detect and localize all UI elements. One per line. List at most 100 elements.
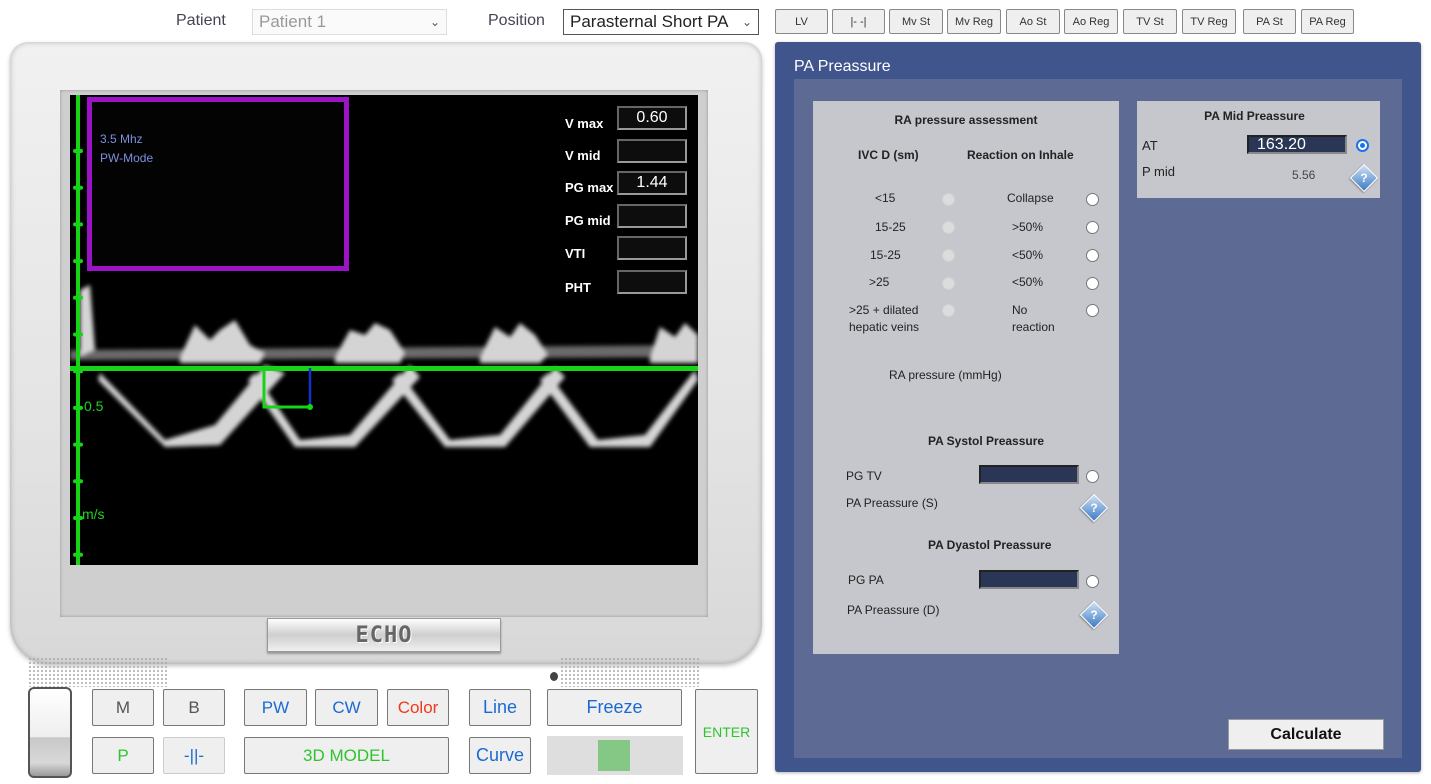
ivc-radio[interactable] (942, 193, 955, 206)
calculate-button[interactable]: Calculate (1228, 719, 1384, 750)
reaction-option-label: >50% (1012, 220, 1044, 234)
reaction-radio[interactable] (1086, 221, 1099, 234)
reaction-radio[interactable] (1086, 193, 1099, 206)
pa-mid-card: PA Mid Preassure AT 163.20 P mid 5.56 ? (1137, 101, 1380, 198)
power-led (550, 672, 558, 681)
view-button-ao-st[interactable]: Ao St (1006, 9, 1060, 34)
ra-pressure-card: RA pressure assessment IVC D (sm) Reacti… (813, 101, 1119, 654)
enter-button[interactable]: ENTER (695, 689, 758, 774)
reaction-radio[interactable] (1086, 304, 1099, 317)
dyastol-title: PA Dyastol Preassure (928, 538, 1052, 552)
pgmax-label: PG max (565, 180, 614, 195)
pa-pressure-d-label: PA Preassure (D) (847, 603, 940, 617)
at-label: AT (1142, 138, 1158, 153)
ivc-radio[interactable] (942, 249, 955, 262)
3d-model-button[interactable]: 3D MODEL (244, 737, 449, 774)
pg-tv-input[interactable] (979, 465, 1079, 484)
mode-label: PW-Mode (100, 151, 154, 165)
pa-mid-title: PA Mid Preassure (1204, 109, 1305, 123)
position-select-value: Parasternal Short PA (570, 12, 729, 31)
chevron-down-icon: ⌄ (429, 15, 440, 29)
ivc-radio[interactable] (942, 277, 955, 290)
ivc-radio[interactable] (942, 221, 955, 234)
mode-cw-button[interactable]: CW (315, 689, 378, 726)
view-button-pa-reg[interactable]: PA Reg (1301, 9, 1354, 34)
ivc-radio[interactable] (942, 304, 955, 317)
velocity-axis (76, 95, 80, 565)
systol-title: PA Systol Preassure (928, 434, 1045, 448)
at-radio[interactable] (1356, 139, 1369, 152)
axis-tick (73, 259, 83, 264)
help-icon[interactable]: ? (1079, 493, 1109, 523)
axis-tick (73, 222, 83, 227)
vmid-value (617, 139, 687, 163)
vmax-value: 0.60 (617, 106, 687, 130)
patient-select[interactable]: Patient 1 ⌄ (252, 9, 447, 35)
view-button-ao-reg[interactable]: Ao Reg (1064, 9, 1118, 34)
caliper-handle[interactable] (307, 404, 313, 410)
view-button-mv-reg[interactable]: Mv Reg (947, 9, 1001, 34)
pmid-value: 5.56 (1292, 168, 1316, 182)
patient-label: Patient (176, 12, 226, 29)
reaction-radio[interactable] (1086, 277, 1099, 290)
split-button[interactable]: -||- (163, 737, 225, 774)
mode-p-button[interactable]: P (92, 737, 154, 774)
reaction-option-label: Collapse (1007, 191, 1054, 205)
help-icon[interactable]: ? (1349, 163, 1379, 193)
vmax-label: V max (565, 116, 604, 131)
axis-tick (73, 295, 83, 300)
pg-pa-input[interactable] (979, 570, 1079, 589)
axis-tick (73, 405, 83, 410)
at-input[interactable]: 163.20 (1247, 135, 1347, 154)
baseline[interactable] (70, 366, 698, 371)
mode-pw-button[interactable]: PW (244, 689, 307, 726)
vti-label: VTI (565, 246, 586, 261)
pgmid-value (617, 204, 687, 228)
frame-slider-thumb[interactable] (598, 740, 630, 771)
frame-slider[interactable] (547, 736, 683, 775)
axis-tick (73, 185, 83, 190)
view-button-lv[interactable]: LV (775, 9, 828, 34)
speaker-right (560, 657, 700, 687)
help-icon[interactable]: ? (1079, 600, 1109, 630)
view-button-tv-st[interactable]: TV St (1123, 9, 1177, 34)
panel-title: PA Preassure (794, 58, 891, 75)
ultrasound-screen[interactable]: 3.5 Mhz PW-Mode 0.5 m/s V max 0.60 V mid… (70, 95, 698, 565)
frequency-label: 3.5 Mhz (100, 132, 143, 146)
view-button-tv-reg[interactable]: TV Reg (1182, 9, 1236, 34)
curve-button[interactable]: Curve (469, 737, 531, 774)
ivc-option-label: >25 + dilated hepatic veins (849, 303, 920, 334)
2d-preview: 3.5 Mhz PW-Mode (87, 97, 349, 271)
vmid-label: V mid (565, 148, 601, 163)
pg-pa-radio[interactable] (1086, 575, 1099, 588)
pa-pressure-s-label: PA Preassure (S) (846, 496, 938, 510)
pht-value (617, 270, 687, 294)
ra-title: RA pressure assessment (894, 113, 1038, 127)
ivc-column-header: IVC D (sm) (858, 148, 919, 162)
axis-tick (73, 552, 83, 557)
reaction-radio[interactable] (1086, 249, 1099, 262)
mode-b-button[interactable]: B (163, 689, 225, 726)
ivc-option-label: 15-25 (870, 248, 901, 262)
mode-color-button[interactable]: Color (387, 689, 449, 726)
axis-unit-label: m/s (82, 506, 105, 522)
patient-select-value: Patient 1 (259, 12, 327, 31)
freeze-button[interactable]: Freeze (547, 689, 682, 726)
mode-m-button[interactable]: M (92, 689, 154, 726)
axis-tick-label: 0.5 (84, 398, 104, 414)
axis-tick (73, 369, 83, 374)
brand-logo: ECHO (267, 618, 501, 652)
ra-pressure-result-label: RA pressure (mmHg) (889, 368, 1002, 382)
position-select[interactable]: Parasternal Short PA ⌄ (563, 9, 759, 35)
view-button-caliper[interactable]: |- -| (832, 9, 885, 34)
ivc-option-label: <15 (875, 191, 896, 205)
view-button-pa-st[interactable]: PA St (1243, 9, 1296, 34)
reaction-option-label: No reaction (1012, 303, 1055, 334)
view-button-mv-st[interactable]: Mv St (889, 9, 943, 34)
ivc-option-label: 15-25 (875, 220, 906, 234)
line-button[interactable]: Line (469, 689, 531, 726)
pg-tv-radio[interactable] (1086, 470, 1099, 483)
pgmid-label: PG mid (565, 213, 611, 228)
probe-icon[interactable] (28, 687, 72, 778)
speaker-left (28, 657, 168, 687)
